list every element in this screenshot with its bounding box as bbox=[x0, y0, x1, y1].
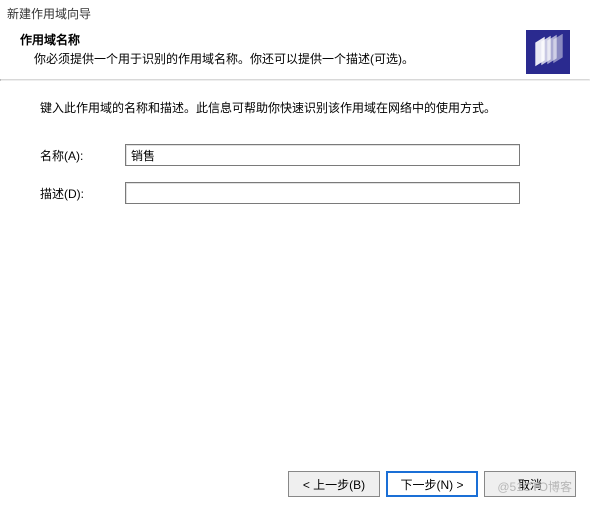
cancel-button[interactable]: 取消 bbox=[484, 471, 576, 497]
name-input[interactable] bbox=[125, 144, 520, 166]
next-button[interactable]: 下一步(N) > bbox=[386, 471, 478, 497]
instruction-text: 键入此作用域的名称和描述。此信息可帮助你快速识别该作用域在网络中的使用方式。 bbox=[40, 99, 560, 116]
description-row: 描述(D): bbox=[40, 182, 560, 204]
header-description: 你必须提供一个用于识别的作用域名称。你还可以提供一个描述(可选)。 bbox=[20, 50, 572, 67]
description-label: 描述(D): bbox=[40, 185, 125, 202]
window-title: 新建作用域向导 bbox=[0, 0, 590, 24]
wizard-body: 键入此作用域的名称和描述。此信息可帮助你快速识别该作用域在网络中的使用方式。 名… bbox=[0, 81, 590, 204]
description-input[interactable] bbox=[125, 182, 520, 204]
header-title: 作用域名称 bbox=[20, 31, 572, 48]
name-label: 名称(A): bbox=[40, 147, 125, 164]
scope-wizard-icon bbox=[526, 30, 570, 74]
wizard-header: 作用域名称 你必须提供一个用于识别的作用域名称。你还可以提供一个描述(可选)。 bbox=[0, 24, 590, 79]
back-button[interactable]: < 上一步(B) bbox=[288, 471, 380, 497]
wizard-footer: < 上一步(B) 下一步(N) > 取消 bbox=[288, 471, 576, 497]
name-row: 名称(A): bbox=[40, 144, 560, 166]
